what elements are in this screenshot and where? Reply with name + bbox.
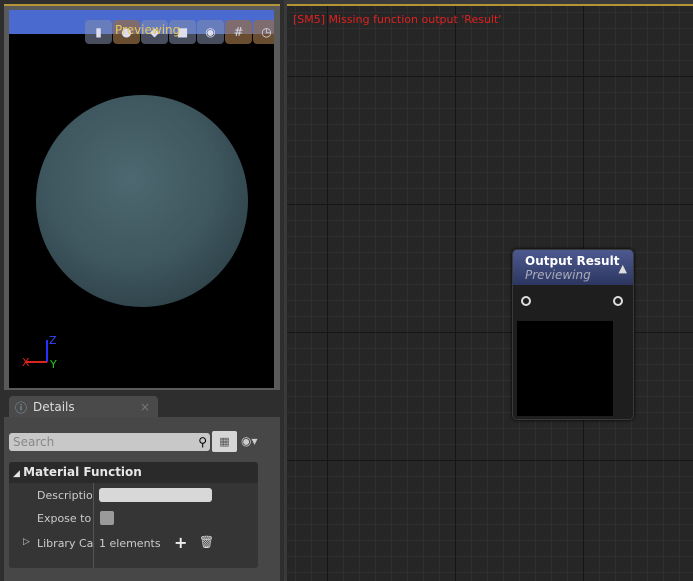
expose-checkbox[interactable] — [100, 511, 114, 525]
graph-editor[interactable]: [SM5] Missing function output 'Result' O… — [287, 4, 693, 581]
row-description: Description — [9, 485, 258, 507]
library-categories-label: Library Categories — [37, 537, 93, 550]
category-title: Material Function — [23, 465, 142, 479]
realtime-icon[interactable]: ◷ — [253, 20, 274, 44]
category-header[interactable]: ◢ Material Function — [9, 462, 258, 483]
y-label: Y — [49, 358, 57, 371]
details-tab[interactable]: ⓘ Details × — [9, 396, 158, 418]
left-panel: ▮ ● ◆ ■ ◉ # ◷ Previewing X Z Y ⓘ Details… — [0, 0, 284, 581]
node-header: Output Result Previewing ▲ — [513, 250, 633, 285]
expand-arrow-icon[interactable]: ▷ — [23, 537, 30, 547]
output-result-node[interactable]: Output Result Previewing ▲ — [512, 249, 634, 420]
view-options-icon[interactable]: ◉▾ — [241, 434, 258, 448]
close-icon[interactable]: × — [140, 400, 150, 414]
info-icon: ⓘ — [15, 400, 28, 415]
grid-icon[interactable]: # — [225, 20, 252, 44]
node-subtitle: Previewing — [525, 268, 591, 282]
input-pin[interactable] — [521, 296, 531, 306]
preview-sphere — [36, 95, 248, 307]
mesh-icon[interactable]: ◉ — [197, 20, 224, 44]
details-panel: Search ⚲ ▦ ◉▾ ◢ Material Function Descrip… — [4, 417, 280, 581]
search-input[interactable]: Search ⚲ — [9, 433, 210, 451]
axis-gizmo: X Z Y — [22, 334, 57, 371]
property-matrix-button[interactable]: ▦ — [212, 431, 237, 452]
details-tab-label: Details — [33, 400, 75, 414]
collapse-triangle-icon: ◢ — [13, 469, 24, 479]
elements-count: 1 elements — [99, 537, 161, 550]
trash-icon[interactable]: 🗑 — [199, 535, 214, 549]
search-icon: ⚲ — [198, 435, 207, 449]
description-label: Description — [37, 489, 93, 502]
row-expose-to-library: Expose to Library — [9, 508, 258, 530]
category-material-function: ◢ Material Function Description Expose t… — [9, 462, 258, 568]
collapse-icon[interactable]: ▲ — [619, 262, 627, 275]
node-title: Output Result — [525, 254, 620, 268]
node-preview — [517, 321, 613, 416]
error-message: [SM5] Missing function output 'Result' — [293, 13, 502, 26]
add-icon[interactable]: + — [174, 533, 187, 552]
cylinder-icon[interactable]: ▮ — [85, 20, 112, 44]
output-pin[interactable] — [613, 296, 623, 306]
expose-label: Expose to Library — [37, 512, 93, 525]
z-label: Z — [49, 334, 57, 347]
description-input[interactable] — [99, 488, 212, 502]
previewing-label: Previewing — [115, 23, 181, 37]
preview-viewport[interactable]: ▮ ● ◆ ■ ◉ # ◷ Previewing X Z Y — [4, 4, 280, 390]
search-placeholder: Search — [13, 435, 55, 449]
viewport-canvas[interactable]: ▮ ● ◆ ■ ◉ # ◷ Previewing X Z Y — [9, 10, 274, 388]
x-label: X — [22, 356, 30, 369]
row-library-categories: ▷ Library Categories 1 elements + 🗑 — [9, 533, 258, 555]
